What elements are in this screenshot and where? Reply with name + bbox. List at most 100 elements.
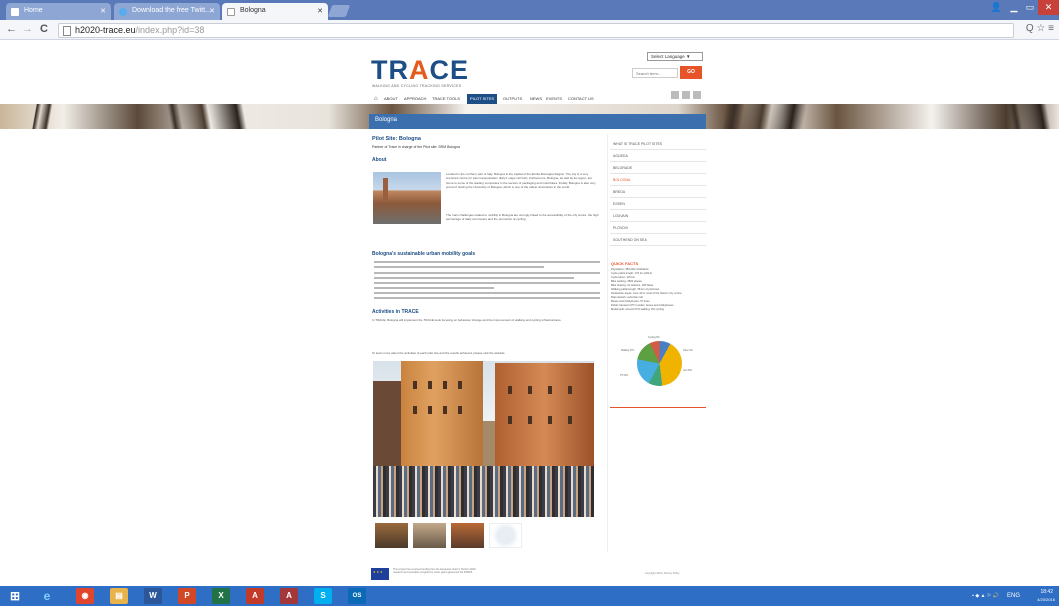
facebook-icon[interactable] [671, 91, 679, 99]
goal-line [374, 266, 544, 268]
linkedin-icon[interactable] [693, 91, 701, 99]
photo-window [508, 416, 512, 424]
sidebar-item-agueda[interactable]: AGUEDA [610, 150, 706, 162]
gallery-thumbnail[interactable] [413, 523, 446, 548]
photo-window [458, 381, 462, 389]
search-go-button[interactable]: GO [680, 66, 702, 79]
banner-graphic [20, 104, 70, 129]
acrobat-icon[interactable]: A [246, 588, 264, 604]
sidebar-item-belgrade[interactable]: BELGRADE [610, 162, 706, 174]
page-icon [227, 8, 235, 16]
sidebar-divider-line [610, 407, 706, 408]
file-explorer-icon[interactable]: ▤ [110, 588, 128, 604]
quick-fact: Bike sharing: 21 stations, 180 bikes [611, 284, 654, 287]
url-path: /index.php?id=38 [135, 25, 205, 35]
sidebar-item-bologna[interactable]: BOLOGNA [610, 174, 706, 186]
sidebar-item-louvain[interactable]: LOUVAIN [610, 210, 706, 222]
photo-window [508, 386, 512, 394]
language-indicator[interactable]: ENG [1007, 593, 1020, 599]
nav-approach[interactable]: APPROACH [401, 94, 429, 104]
logo-text-3: CE [429, 55, 470, 85]
word-icon[interactable]: W [144, 588, 162, 604]
quick-fact: Public transport (PT) modes: buses and t… [611, 304, 674, 307]
browser-menu-icons[interactable]: Q ☆ ≡ [1026, 23, 1054, 34]
tab-home[interactable]: Home ✕ [6, 3, 111, 20]
forward-button[interactable]: → [22, 23, 33, 35]
quick-fact: Bike parking: 4500 places [611, 280, 642, 283]
goal-line [374, 272, 600, 274]
close-button[interactable]: ✕ [1038, 0, 1059, 15]
quick-fact: Rail network: suburban rail [611, 296, 643, 299]
access-icon[interactable]: A [280, 588, 298, 604]
back-button[interactable]: ← [6, 23, 17, 35]
bologna-street-photo[interactable] [373, 361, 594, 517]
logo-text-2: A [409, 55, 430, 85]
internet-explorer-icon[interactable]: e [38, 588, 56, 604]
tab-bologna[interactable]: Bologna ✕ [222, 3, 328, 20]
minimize-button[interactable]: ▁ [1006, 0, 1022, 15]
nav-events[interactable]: EVENTS [543, 94, 565, 104]
excel-icon[interactable]: X [212, 588, 230, 604]
sidebar-item-southend[interactable]: SOUTHEND ON SEA [610, 234, 706, 246]
gallery-thumbnail[interactable] [451, 523, 484, 548]
about-text: Located in the northern part of Italy, B… [446, 172, 596, 189]
photo-window [568, 416, 572, 424]
photo-crowd [373, 466, 594, 517]
photo-window [548, 416, 552, 424]
tab-twitter[interactable]: Download the free Twitt... ✕ [114, 3, 220, 20]
search-input[interactable] [632, 68, 678, 78]
nav-outputs[interactable]: OUTPUTS [500, 94, 525, 104]
nav-about[interactable]: ABOUT [381, 94, 401, 104]
trace-logo[interactable]: TRACE [371, 55, 469, 86]
quick-fact: Cycle paths length: 176 km (2014) [611, 272, 652, 275]
new-tab-button[interactable] [327, 5, 351, 17]
sidebar-item-breda[interactable]: BREDA [610, 186, 706, 198]
photo-window [548, 386, 552, 394]
home-icon[interactable]: ⌂ [371, 94, 381, 104]
sidebar-item-overview[interactable]: WHAT IS TRACE PILOT SITES [610, 138, 706, 150]
goal-line [374, 282, 600, 284]
sidebar-divider [607, 134, 608, 552]
page-icon [63, 26, 71, 36]
copyright-text[interactable]: Copyright 2016 | Privacy Policy [645, 572, 680, 575]
nav-pilot-sites[interactable]: PILOT SITES [467, 94, 498, 104]
clock-date[interactable]: 4/20/2016 [1037, 597, 1055, 602]
browser-tab-strip: Home ✕ Download the free Twitt... ✕ Bolo… [0, 0, 1059, 20]
pie-label: PT 20% [620, 375, 629, 377]
gallery-thumbnail[interactable] [489, 523, 522, 548]
gallery-thumbnail[interactable] [375, 523, 408, 548]
skype-icon[interactable]: S [314, 588, 332, 604]
browser-toolbar: ← → C h2020-trace.eu/index.php?id=38 Q ☆… [0, 20, 1059, 40]
banner-graphic [720, 104, 840, 129]
onenote-icon[interactable]: OS [348, 588, 366, 604]
eu-flag-icon [371, 568, 389, 580]
goal-line [374, 261, 600, 263]
twitter-icon[interactable] [682, 91, 690, 99]
activities-heading: Activities in TRACE [372, 309, 419, 315]
about-text-2: The main challenges related to mobility … [446, 213, 599, 222]
goal-line [374, 287, 494, 289]
nav-contact-us[interactable]: CONTACT US [565, 94, 597, 104]
goal-line [374, 277, 574, 279]
partner-line: Partner of Trace in charge of the Pilot … [372, 145, 460, 149]
start-button[interactable]: ⊞ [6, 588, 24, 604]
tab-close-icon[interactable]: ✕ [209, 7, 215, 15]
tab-close-icon[interactable]: ✕ [100, 7, 106, 15]
user-icon[interactable]: 👤 [990, 0, 1003, 15]
reload-button[interactable]: C [40, 23, 48, 35]
bologna-photo[interactable] [373, 172, 441, 224]
chrome-icon[interactable]: ◉ [76, 588, 94, 604]
language-select[interactable]: Select Language ▼ [647, 52, 703, 61]
sidebar-item-plovdiv[interactable]: PLOVDIV [610, 222, 706, 234]
sidebar-item-essen[interactable]: ESSEN [610, 198, 706, 210]
banner-graphic [160, 104, 270, 129]
powerpoint-icon[interactable]: P [178, 588, 196, 604]
maximize-button[interactable]: ▭ [1022, 0, 1038, 15]
pie-label: Walking 27% [621, 350, 635, 352]
address-bar[interactable]: h2020-trace.eu/index.php?id=38 [58, 23, 1014, 38]
clock-time[interactable]: 18:42 [1040, 589, 1053, 595]
modal-split-pie-chart [637, 341, 682, 386]
nav-trace-tools[interactable]: TRACE TOOLS [429, 94, 463, 104]
tray-icons[interactable]: ▪ ◆ ▲ ⚐ 🔊 [972, 593, 999, 599]
tab-close-icon[interactable]: ✕ [317, 7, 323, 15]
